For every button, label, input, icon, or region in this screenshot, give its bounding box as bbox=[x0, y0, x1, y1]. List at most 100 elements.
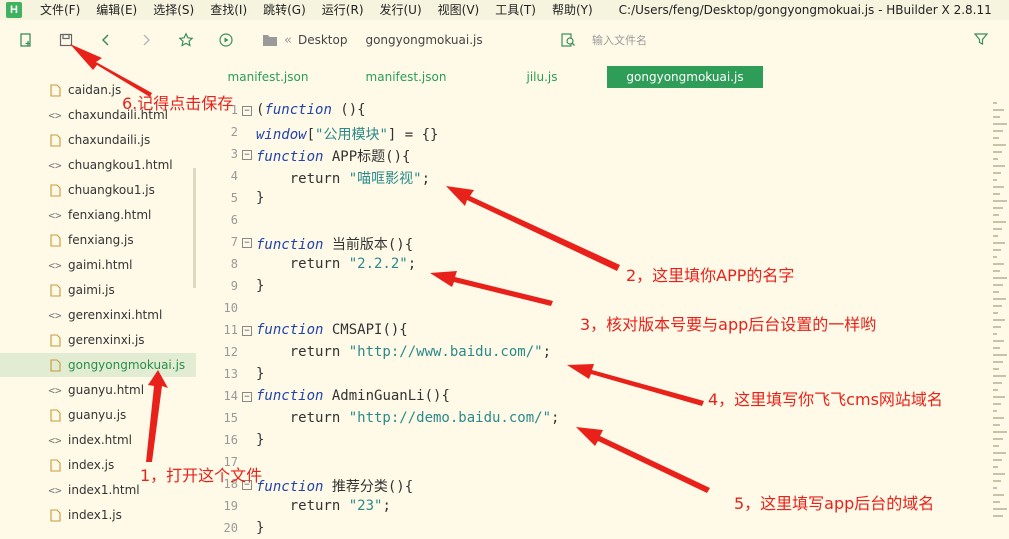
code-text: AdminGuanLi(){ bbox=[323, 388, 450, 404]
code-line[interactable]: (function (){ bbox=[256, 102, 366, 118]
fold-toggle-icon[interactable]: − bbox=[242, 150, 252, 160]
minimap-line bbox=[993, 116, 1000, 118]
minimap-line bbox=[993, 424, 1000, 426]
breadcrumb-desktop[interactable]: Desktop bbox=[298, 33, 348, 47]
filter-icon[interactable] bbox=[974, 32, 988, 46]
new-file-icon[interactable] bbox=[14, 28, 38, 52]
file-name: index.js bbox=[68, 458, 115, 472]
file-item[interactable]: guanyu.js bbox=[0, 403, 196, 427]
line-number: 8 bbox=[230, 257, 238, 271]
run-icon[interactable] bbox=[214, 28, 238, 52]
code-line[interactable]: return "http://www.baidu.com/"; bbox=[256, 344, 551, 360]
folder-icon bbox=[263, 35, 277, 46]
back-icon[interactable] bbox=[94, 28, 118, 52]
hbuilder-window: H 文件(F) 编辑(E) 选择(S) 查找(I) 跳转(G) 运行(R) 发行(U) 视图(… bbox=[0, 0, 1009, 539]
minimap-line bbox=[993, 179, 997, 181]
minimap-line bbox=[993, 249, 1001, 251]
file-item[interactable]: chuangkou1.js bbox=[0, 178, 196, 202]
code-keyword: function bbox=[256, 149, 324, 165]
file-item[interactable]: <> index.html bbox=[0, 428, 196, 452]
find-file-input[interactable] bbox=[592, 33, 952, 47]
code-line[interactable]: return "2.2.2"; bbox=[256, 256, 416, 272]
file-item[interactable]: gaimi.js bbox=[0, 278, 196, 302]
minimap-line bbox=[993, 438, 1003, 440]
breadcrumb-file[interactable]: gongyongmokuai.js bbox=[365, 33, 482, 47]
menu-item-8[interactable]: 工具(T) bbox=[487, 0, 544, 20]
file-name: caidan.js bbox=[68, 83, 122, 97]
js-file-icon bbox=[48, 133, 62, 147]
html-file-icon: <> bbox=[48, 433, 62, 447]
code-line[interactable]: return "喵哐影视"; bbox=[256, 168, 430, 188]
menu-item-6[interactable]: 发行(U) bbox=[372, 0, 430, 20]
minimap-line bbox=[993, 347, 1000, 349]
hbuilder-logo-icon: H bbox=[6, 2, 22, 18]
code-line[interactable]: } bbox=[256, 432, 264, 448]
code-line[interactable]: function 推荐分类(){ bbox=[256, 476, 413, 496]
code-line[interactable]: return "http://demo.baidu.com/"; bbox=[256, 410, 560, 426]
breadcrumb: « Desktop gongyongmokuai.js bbox=[258, 28, 546, 52]
menu-item-7[interactable]: 视图(V) bbox=[430, 0, 488, 20]
file-item[interactable]: gerenxinxi.js bbox=[0, 328, 196, 352]
code-text: [ bbox=[306, 127, 316, 143]
code-line[interactable]: window["公用模块"] = {} bbox=[256, 124, 438, 144]
code-line[interactable]: return "23"; bbox=[256, 498, 391, 514]
fold-toggle-icon[interactable]: − bbox=[242, 106, 252, 116]
code-line[interactable]: function CMSAPI(){ bbox=[256, 322, 408, 338]
code-line[interactable]: function AdminGuanLi(){ bbox=[256, 388, 450, 404]
tab-0[interactable]: manifest.json bbox=[214, 66, 322, 88]
minimap-line bbox=[993, 228, 1002, 230]
menu-item-9[interactable]: 帮助(Y) bbox=[544, 0, 601, 20]
find-file-icon[interactable] bbox=[560, 32, 576, 48]
code-text: APP标题(){ bbox=[323, 149, 411, 165]
file-item[interactable]: <> gaimi.html bbox=[0, 253, 196, 277]
forward-icon[interactable] bbox=[134, 28, 158, 52]
file-item[interactable]: gongyongmokuai.js bbox=[0, 353, 196, 377]
code-text: 推荐分类(){ bbox=[323, 479, 414, 495]
tab-2[interactable]: jilu.js bbox=[492, 66, 592, 88]
tab-3[interactable]: gongyongmokuai.js bbox=[607, 66, 763, 88]
menu-item-4[interactable]: 跳转(G) bbox=[255, 0, 314, 20]
file-name: index1.js bbox=[68, 508, 122, 522]
fold-toggle-icon[interactable]: − bbox=[242, 238, 252, 248]
code-string: "http://demo.baidu.com/" bbox=[348, 410, 552, 426]
code-text: } bbox=[256, 366, 265, 382]
file-item[interactable]: <> fenxiang.html bbox=[0, 203, 196, 227]
tab-1[interactable]: manifest.json bbox=[352, 66, 460, 88]
save-icon[interactable] bbox=[54, 28, 78, 52]
file-item[interactable]: <> guanyu.html bbox=[0, 378, 196, 402]
code-line[interactable]: } bbox=[256, 278, 264, 294]
code-line[interactable]: } bbox=[256, 190, 264, 206]
code-keyword: function bbox=[256, 237, 324, 253]
menu-item-2[interactable]: 选择(S) bbox=[145, 0, 202, 20]
code-line[interactable]: function 当前版本(){ bbox=[256, 234, 413, 254]
minimap-line bbox=[993, 277, 1007, 279]
code-text: return bbox=[256, 171, 349, 187]
menu-item-1[interactable]: 编辑(E) bbox=[88, 0, 145, 20]
annotation-version: 3，核对版本号要与app后台设置的一样哟 bbox=[580, 315, 877, 334]
js-file-icon bbox=[48, 283, 62, 297]
code-line[interactable]: function APP标题(){ bbox=[256, 146, 410, 166]
minimap-line bbox=[993, 396, 1005, 398]
file-item[interactable]: fenxiang.js bbox=[0, 228, 196, 252]
minimap-line bbox=[993, 200, 1007, 202]
code-line[interactable]: } bbox=[256, 366, 264, 382]
minimap-line bbox=[993, 382, 1002, 384]
minimap-line bbox=[993, 137, 999, 139]
menu-item-5[interactable]: 运行(R) bbox=[314, 0, 372, 20]
file-item[interactable]: <> chuangkou1.html bbox=[0, 153, 196, 177]
code-text: ; bbox=[407, 256, 417, 272]
file-item[interactable]: <> gerenxinxi.html bbox=[0, 303, 196, 327]
star-icon[interactable] bbox=[174, 28, 198, 52]
minimap[interactable] bbox=[990, 96, 1009, 539]
menu-item-3[interactable]: 查找(I) bbox=[202, 0, 255, 20]
fold-toggle-icon[interactable]: − bbox=[242, 326, 252, 336]
file-item[interactable]: chaxundaili.js bbox=[0, 128, 196, 152]
minimap-line bbox=[993, 109, 1004, 111]
line-number: 7 bbox=[230, 235, 238, 249]
line-number: 15 bbox=[223, 411, 238, 425]
code-line[interactable]: } bbox=[256, 520, 264, 536]
js-file-icon bbox=[48, 183, 62, 197]
file-item[interactable]: index1.js bbox=[0, 503, 196, 527]
menu-item-0[interactable]: 文件(F) bbox=[32, 0, 88, 20]
fold-toggle-icon[interactable]: − bbox=[242, 392, 252, 402]
